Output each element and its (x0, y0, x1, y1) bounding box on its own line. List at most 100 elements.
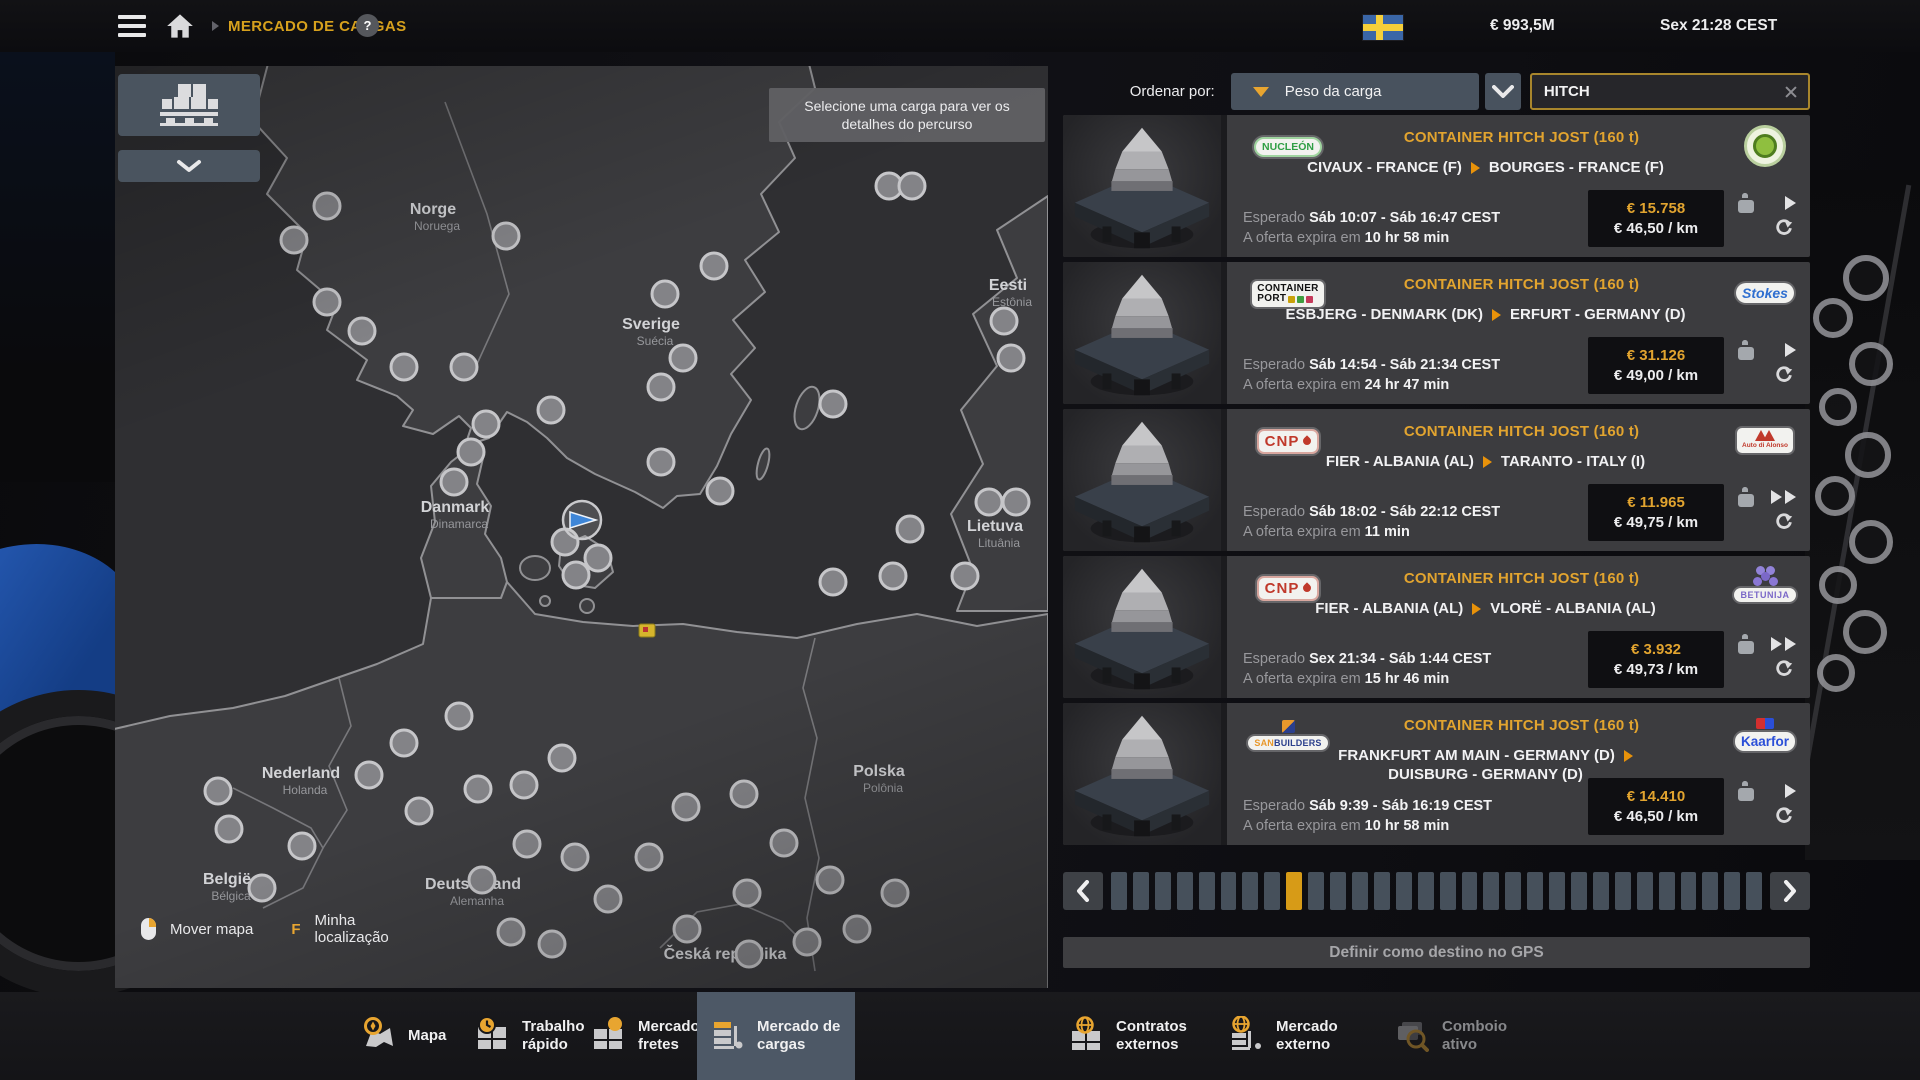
page-tick[interactable] (1571, 872, 1587, 910)
city-marker (562, 844, 588, 870)
help-button[interactable]: ? (356, 14, 379, 37)
bottom-navigation: MapaTrabalho rápidoMercado de fretesMerc… (0, 992, 1920, 1080)
page-tick[interactable] (1637, 872, 1653, 910)
collapse-panel-button[interactable] (118, 150, 260, 182)
clear-search-icon[interactable] (1784, 85, 1798, 99)
page-tick[interactable] (1177, 872, 1193, 910)
city-marker (648, 374, 674, 400)
cargo-offer-card[interactable]: CNP CONTAINER HITCH JOST (160 t) BETUNIJ… (1063, 556, 1810, 698)
page-tick[interactable] (1155, 872, 1171, 910)
cargo-price: € 3.932 (1631, 641, 1681, 658)
city-marker (205, 778, 231, 804)
city-marker (648, 449, 674, 475)
route-arrow-icon (1483, 456, 1492, 468)
page-tick[interactable] (1483, 872, 1499, 910)
page-tick[interactable] (1527, 872, 1543, 910)
page-tick[interactable] (1659, 872, 1675, 910)
city-marker (391, 354, 417, 380)
page-tick[interactable] (1702, 872, 1718, 910)
return-job-icon (1774, 807, 1793, 824)
cargo-offer-card[interactable]: CONTAINERPORT CONTAINER HITCH JOST (160 … (1063, 262, 1810, 404)
cargo-title: CONTAINER HITCH JOST (160 t) (1333, 423, 1710, 440)
cargo-offer-card[interactable]: CNP CONTAINER HITCH JOST (160 t) Auto di… (1063, 409, 1810, 551)
page-tick[interactable] (1264, 872, 1280, 910)
page-tick[interactable] (1746, 872, 1762, 910)
europe-map-canvas[interactable]: NorgeNoruegaSverigeSuéciaEestiEstôniaDan… (115, 66, 1048, 988)
page-tick[interactable] (1549, 872, 1565, 910)
country-label: België (203, 871, 251, 888)
nav-item-external-contracts[interactable]: Contratos externos (1056, 992, 1220, 1080)
nav-item-map[interactable]: Mapa (348, 992, 472, 1080)
page-tick-current[interactable] (1286, 872, 1302, 910)
price-box: € 11.965 € 49,75 / km (1588, 484, 1724, 541)
country-sublabel: Bélgica (211, 889, 251, 903)
cargo-card-body: NUCLEÓN CONTAINER HITCH JOST (160 t) CIV… (1227, 115, 1810, 257)
transport-arrow-icon (1782, 196, 1796, 210)
page-tick[interactable] (1133, 872, 1149, 910)
page-tick[interactable] (1593, 872, 1609, 910)
country-sublabel: Suécia (637, 334, 674, 348)
player-money: € 993,5M (1490, 17, 1555, 35)
page-title: MERCADO DE CARGAS (228, 18, 406, 35)
cargo-offer-list: NUCLEÓN CONTAINER HITCH JOST (160 t) CIV… (1063, 115, 1810, 850)
route-destination: VLORË - ALBANIA (AL) (1490, 599, 1656, 618)
breadcrumb-chevron-icon (212, 21, 219, 31)
search-input[interactable] (1542, 82, 1784, 101)
receiver-company-logo (1728, 121, 1802, 171)
page-ticks (1111, 872, 1762, 910)
city-marker (820, 569, 846, 595)
city-marker (538, 397, 564, 423)
page-tick[interactable] (1724, 872, 1740, 910)
city-marker (882, 880, 908, 906)
page-tick[interactable] (1221, 872, 1237, 910)
nav-item-external-market[interactable]: Mercado externo (1216, 992, 1374, 1080)
price-per-km: € 46,50 / km (1614, 808, 1698, 825)
quick-job-icon (474, 1016, 510, 1057)
page-tick[interactable] (1681, 872, 1697, 910)
nav-item-label: Comboio ativo (1442, 1018, 1528, 1054)
nav-item-label: Mercado externo (1276, 1018, 1362, 1054)
page-tick[interactable] (1418, 872, 1434, 910)
prev-page-button[interactable] (1063, 872, 1103, 910)
cargo-title: CONTAINER HITCH JOST (160 t) (1333, 276, 1710, 293)
country-label: Polska (853, 763, 905, 780)
next-page-button[interactable] (1770, 872, 1810, 910)
cargo-offer-card[interactable]: NUCLEÓN CONTAINER HITCH JOST (160 t) CIV… (1063, 115, 1810, 257)
cargo-thumbnail (1063, 115, 1227, 257)
page-tick[interactable] (1374, 872, 1390, 910)
stadium-light (1849, 342, 1893, 386)
sweden-flag-icon (1363, 15, 1403, 40)
cargo-offer-card[interactable]: SANBUILDERS CONTAINER HITCH JOST (160 t)… (1063, 703, 1810, 845)
cargo-schedule: EsperadoSáb 18:02 - Sáb 22:12 CEST A ofe… (1243, 502, 1500, 542)
nav-item-label: Mapa (408, 1027, 446, 1045)
page-tick[interactable] (1199, 872, 1215, 910)
route-arrow-icon (1471, 162, 1480, 174)
sort-bar: Ordenar por: Peso da carga (1063, 73, 1810, 110)
city-marker (391, 730, 417, 756)
nav-item-cargo-market[interactable]: Mercado de cargas (697, 992, 855, 1080)
sort-dropdown[interactable]: Peso da carga (1231, 73, 1480, 110)
page-tick[interactable] (1242, 872, 1258, 910)
city-marker (446, 703, 472, 729)
page-tick[interactable] (1462, 872, 1478, 910)
page-tick[interactable] (1352, 872, 1368, 910)
page-tick[interactable] (1330, 872, 1346, 910)
route-arrow-icon (1472, 603, 1481, 615)
menu-icon[interactable] (118, 15, 146, 37)
sort-expand-button[interactable] (1485, 73, 1520, 110)
page-tick[interactable] (1440, 872, 1456, 910)
light-rig (1805, 170, 1920, 860)
page-tick[interactable] (1615, 872, 1631, 910)
city-marker (991, 308, 1017, 334)
cargo-type-filter-button[interactable] (118, 74, 260, 136)
set-gps-destination-button[interactable]: Definir como destino no GPS (1063, 937, 1810, 968)
price-per-km: € 49,75 / km (1614, 514, 1698, 531)
page-tick[interactable] (1111, 872, 1127, 910)
page-tick[interactable] (1505, 872, 1521, 910)
home-icon[interactable] (166, 13, 194, 39)
route-origin: CIVAUX - FRANCE (F) (1307, 158, 1462, 177)
page-tick[interactable] (1396, 872, 1412, 910)
city-marker (281, 227, 307, 253)
cargo-price: € 15.758 (1627, 200, 1685, 217)
page-tick[interactable] (1308, 872, 1324, 910)
